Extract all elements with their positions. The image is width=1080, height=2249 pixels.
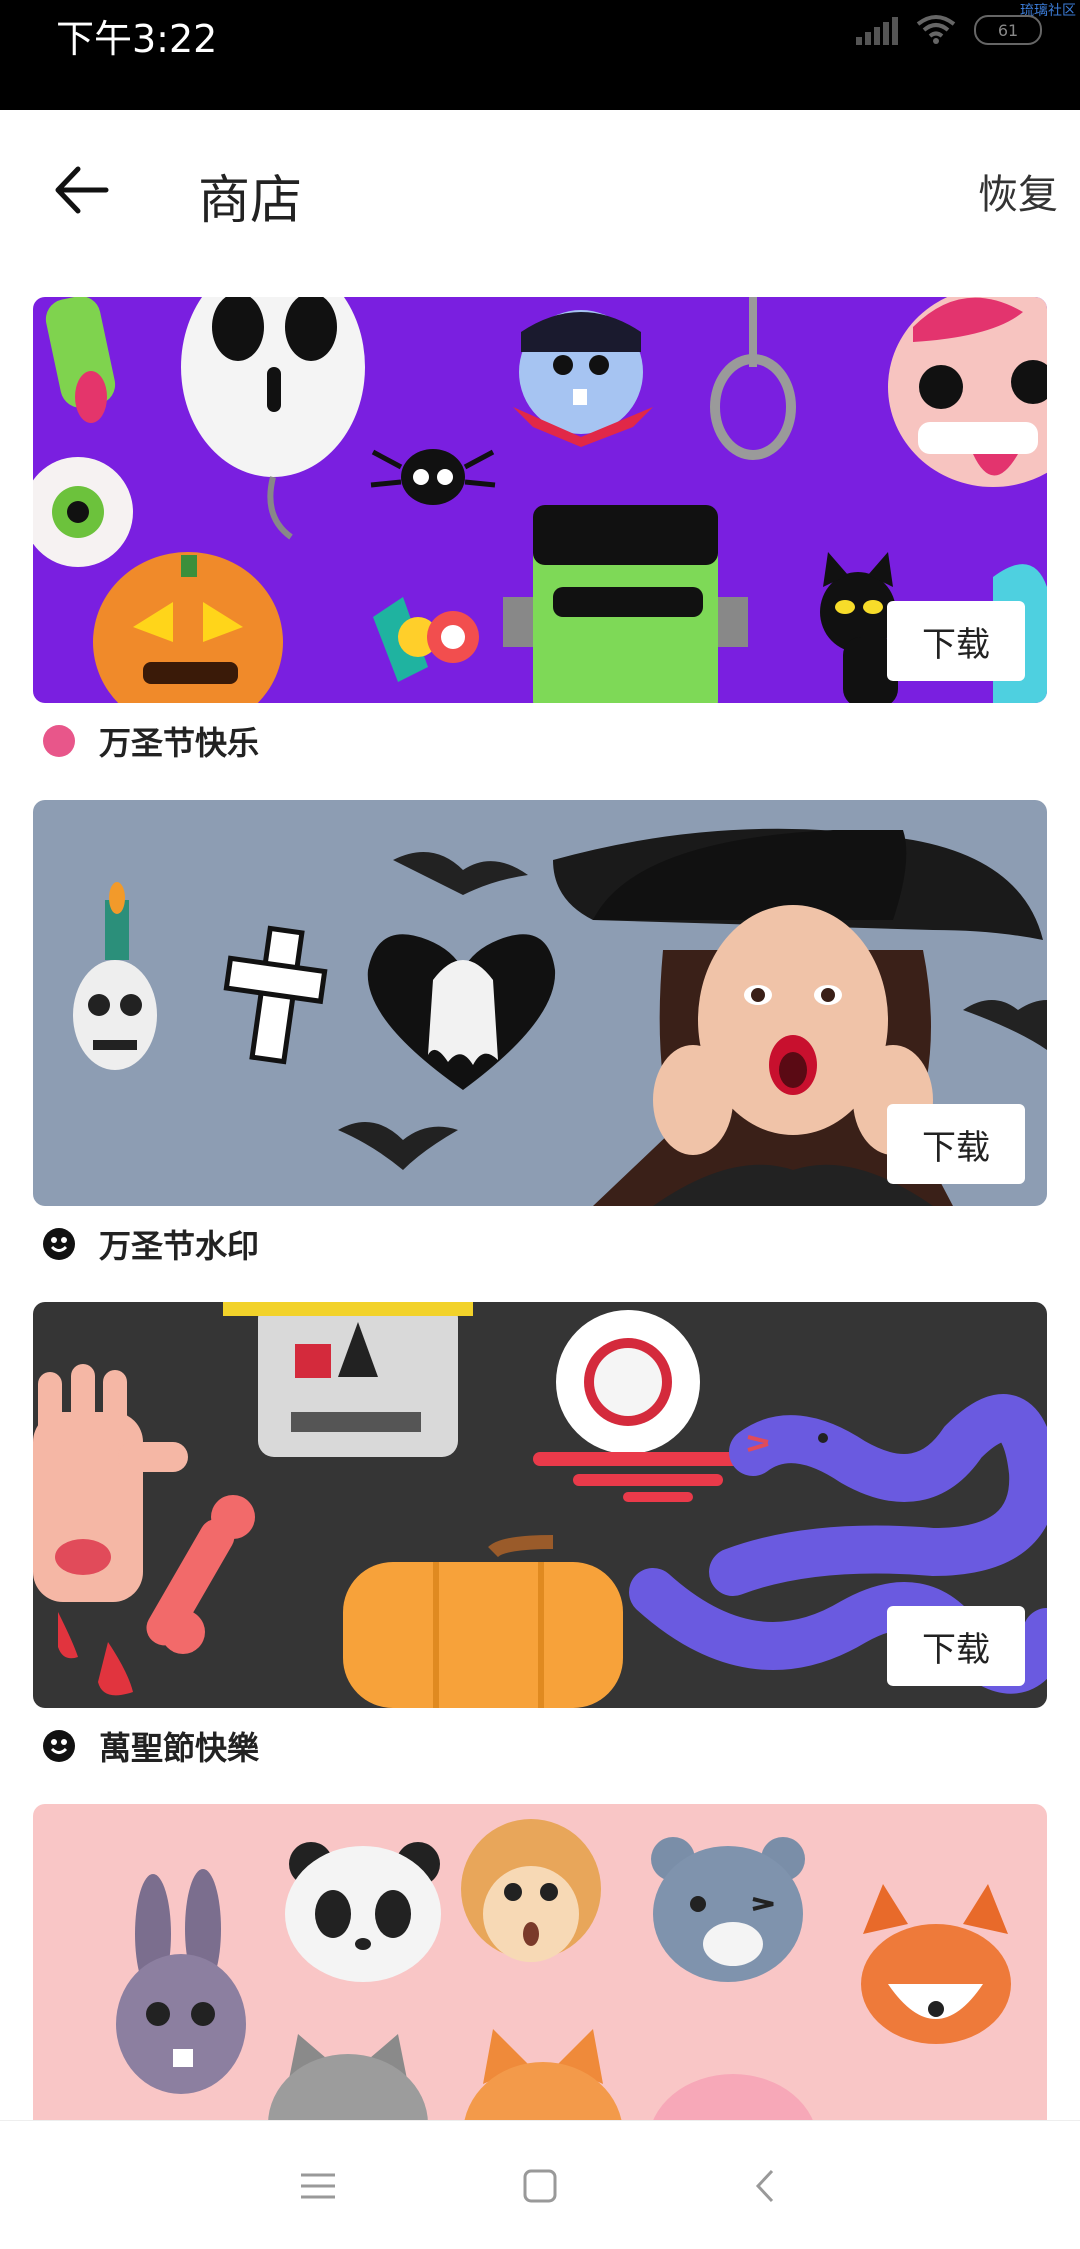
sticker-pack-card[interactable]: 下载 萬聖節快樂 xyxy=(33,1302,1047,1767)
pack-icon xyxy=(43,725,75,757)
smiley-icon xyxy=(43,1730,75,1762)
download-button[interactable]: 下载 xyxy=(887,1606,1025,1686)
chevron-left-icon xyxy=(755,2169,774,2203)
pack-label: 万圣节水印 xyxy=(43,1224,260,1265)
back-nav-button[interactable] xyxy=(740,2161,790,2211)
status-bar: 下午3:22 琉璃社区 61 xyxy=(0,0,1080,110)
download-button[interactable]: 下载 xyxy=(887,601,1025,681)
home-button[interactable] xyxy=(515,2161,565,2211)
signal-icon xyxy=(856,15,898,45)
arrow-left-icon xyxy=(55,166,109,214)
app-bar: 商店 恢复 xyxy=(0,110,1080,280)
battery-icon: 61 xyxy=(974,15,1042,45)
menu-icon xyxy=(301,2173,335,2199)
sticker-pack-banner[interactable]: 下载 xyxy=(33,800,1047,1206)
sticker-pack-card[interactable]: 下载 万圣节快乐 xyxy=(33,297,1047,762)
smiley-icon xyxy=(43,1228,75,1260)
download-button[interactable]: 下载 xyxy=(887,1104,1025,1184)
sticker-pack-banner[interactable]: 下载 xyxy=(33,1302,1047,1708)
recent-apps-button[interactable] xyxy=(293,2161,343,2211)
square-icon xyxy=(523,2169,557,2203)
pack-label: 万圣节快乐 xyxy=(43,721,260,762)
restore-button[interactable]: 恢复 xyxy=(978,162,1058,220)
sticker-pack-card[interactable]: 下载 万圣节水印 xyxy=(33,800,1047,1265)
back-button[interactable] xyxy=(46,155,116,225)
pack-name: 萬聖節快樂 xyxy=(99,1729,260,1767)
sticker-pack-banner[interactable]: 下载 xyxy=(33,297,1047,703)
page-title: 商店 xyxy=(198,171,303,231)
pack-name: 万圣节快乐 xyxy=(99,724,260,762)
system-navigation-bar xyxy=(0,2120,1080,2249)
pack-name: 万圣节水印 xyxy=(99,1227,260,1265)
status-time: 下午3:22 xyxy=(56,17,218,61)
status-icons: 61 xyxy=(856,10,1042,50)
wifi-icon xyxy=(916,15,956,44)
pack-label: 萬聖節快樂 xyxy=(43,1726,260,1767)
